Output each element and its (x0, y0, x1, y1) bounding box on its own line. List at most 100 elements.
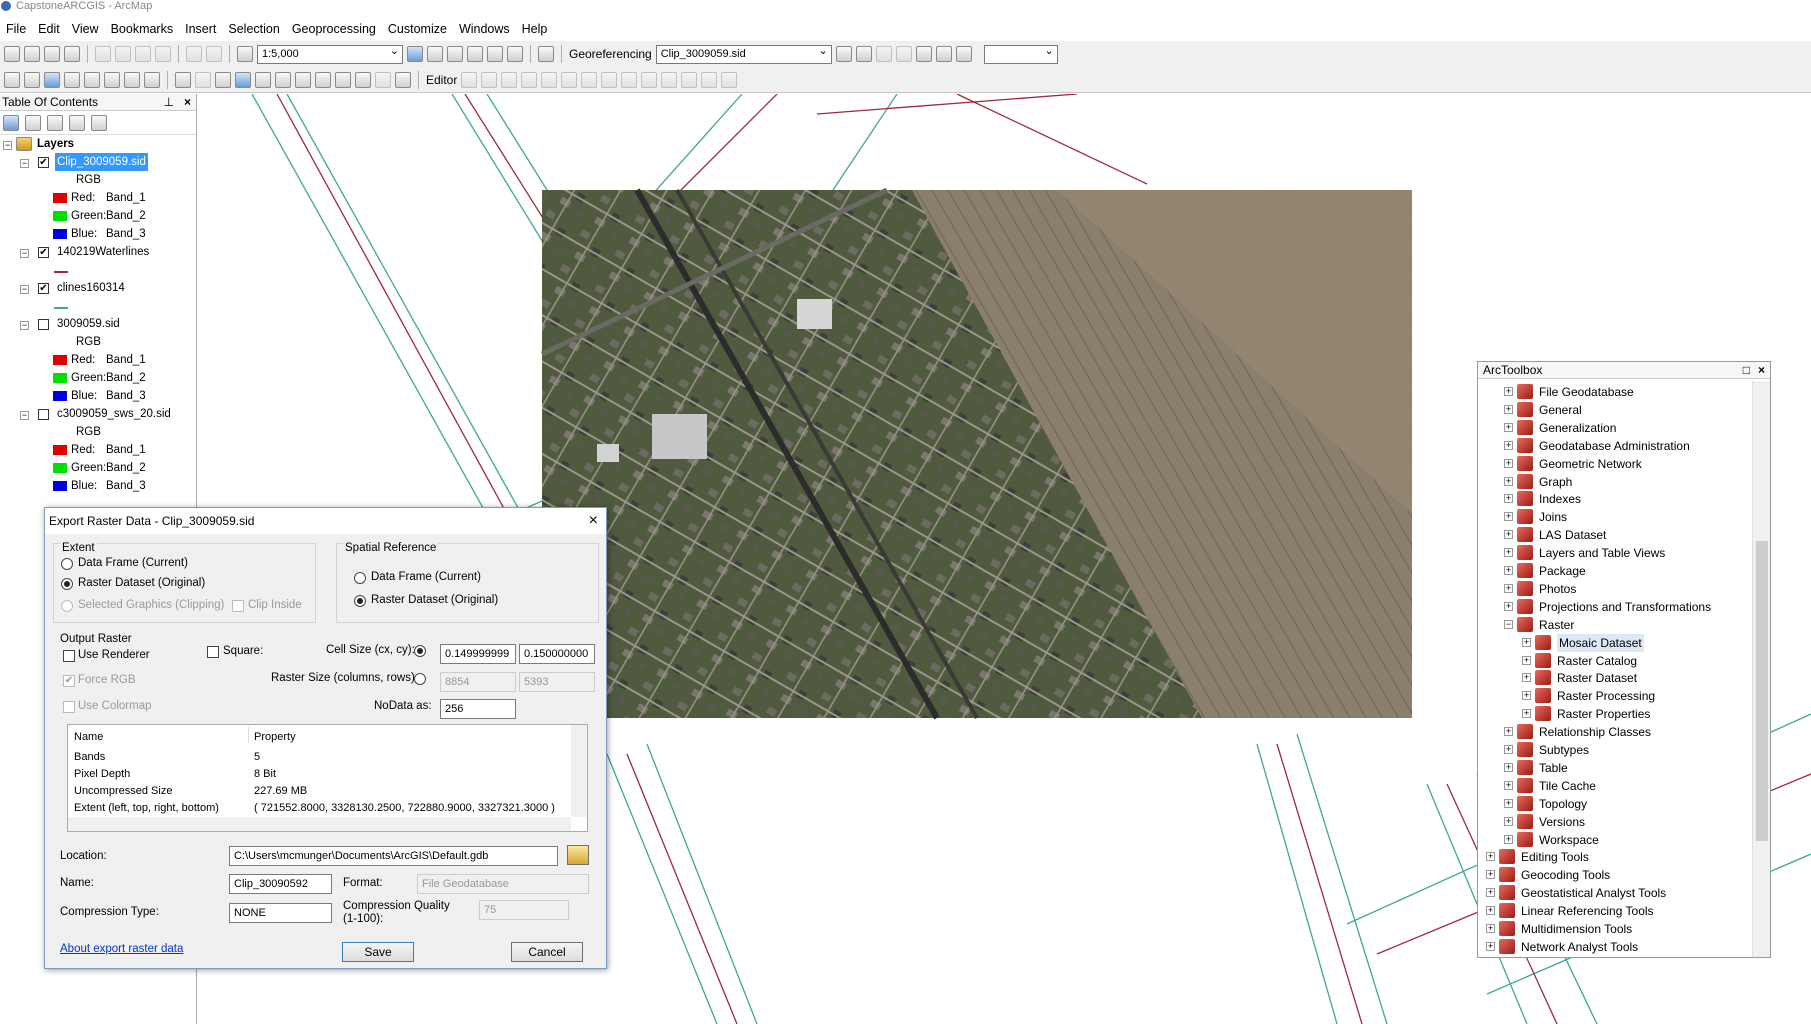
expand-icon[interactable]: + (1504, 816, 1513, 826)
layer-visibility-checkbox[interactable]: ✔ (38, 157, 49, 168)
collapse-icon[interactable]: − (20, 411, 29, 420)
close-icon[interactable]: × (184, 94, 191, 111)
collapse-icon[interactable]: − (1504, 619, 1513, 629)
new-document-icon[interactable] (4, 46, 20, 62)
menu-bookmarks[interactable]: Bookmarks (105, 22, 180, 36)
list-by-source-icon[interactable] (25, 114, 41, 131)
shift-icon[interactable] (875, 46, 892, 62)
expand-icon[interactable]: + (1504, 422, 1513, 432)
rows-input[interactable]: 5393 (519, 672, 595, 692)
edit-annotation-icon[interactable] (481, 71, 498, 88)
extent-data-frame-radio[interactable] (61, 558, 73, 570)
georef-search-box[interactable] (983, 43, 1058, 64)
collapse-icon[interactable]: − (20, 249, 29, 258)
expand-icon[interactable]: + (1504, 566, 1513, 575)
expand-icon[interactable]: + (1522, 637, 1531, 647)
rotate-icon[interactable] (855, 46, 872, 62)
layer-3009059[interactable]: 3009059.sid (57, 315, 120, 333)
create-features-icon[interactable] (721, 71, 738, 88)
view-link-table-icon[interactable] (915, 46, 932, 62)
clip-inside-checkbox[interactable] (232, 600, 244, 612)
attributes-icon[interactable] (681, 71, 698, 88)
horizontal-scrollbar[interactable] (68, 817, 571, 831)
expand-icon[interactable]: + (1522, 691, 1531, 701)
arctoolbox-scrollbar[interactable] (1752, 381, 1770, 957)
layer-visibility-checkbox[interactable]: ✔ (38, 247, 49, 258)
create-viewer-window-icon[interactable] (395, 71, 411, 88)
scale-icon[interactable] (895, 46, 912, 62)
expand-icon[interactable]: + (1486, 924, 1495, 933)
print-icon[interactable] (64, 46, 80, 62)
edit-tool-icon[interactable] (461, 71, 478, 88)
expand-icon[interactable]: + (1522, 709, 1531, 719)
layer-visibility-checkbox[interactable] (38, 319, 49, 330)
browse-folder-icon[interactable] (567, 845, 589, 865)
expand-icon[interactable]: + (1522, 655, 1531, 665)
expand-icon[interactable]: + (1504, 440, 1513, 450)
collapse-icon[interactable]: − (20, 321, 29, 330)
cell-size-cy-input[interactable]: 0.150000000 (519, 644, 595, 664)
map-scale-combo[interactable]: 1:5,000 (257, 43, 403, 64)
collapse-icon[interactable]: − (3, 141, 12, 150)
trace-icon[interactable] (541, 71, 558, 88)
table-of-contents-icon[interactable] (427, 46, 443, 62)
georeferencing-menu[interactable]: Georeferencing (569, 47, 652, 61)
update-display-icon[interactable] (955, 46, 972, 62)
menu-insert[interactable]: Insert (179, 22, 222, 36)
forward-extent-icon[interactable] (144, 71, 160, 88)
expand-icon[interactable]: + (1486, 906, 1495, 916)
hyperlink-icon[interactable] (255, 71, 271, 88)
expand-icon[interactable]: + (1504, 387, 1513, 396)
layer-clines[interactable]: clines160314 (57, 279, 125, 297)
expand-icon[interactable]: + (1486, 852, 1495, 862)
cut-icon[interactable] (95, 46, 111, 62)
select-features-icon[interactable] (175, 71, 191, 88)
sr-raster-dataset-radio[interactable] (354, 595, 366, 607)
split-icon[interactable] (641, 71, 658, 88)
about-export-raster-link[interactable]: About export raster data (60, 943, 183, 955)
menu-geoprocessing[interactable]: Geoprocessing (286, 22, 382, 36)
delete-icon[interactable] (155, 46, 171, 62)
expand-icon[interactable]: + (1504, 494, 1513, 504)
close-icon[interactable]: × (589, 508, 598, 534)
expand-icon[interactable]: + (1504, 601, 1513, 611)
raster-size-radio[interactable] (414, 673, 426, 685)
layer-clip-3009059[interactable]: Clip_3009059.sid (55, 153, 148, 171)
layers-root-label[interactable]: Layers (37, 135, 74, 153)
clear-selection-icon[interactable] (195, 71, 211, 88)
select-elements-icon[interactable] (215, 71, 231, 88)
find-route-icon[interactable] (335, 71, 351, 88)
go-to-xy-icon[interactable] (355, 71, 371, 88)
identify-icon[interactable] (235, 71, 251, 88)
expand-icon[interactable]: + (1504, 745, 1513, 754)
menu-help[interactable]: Help (516, 22, 554, 36)
layer-visibility-checkbox[interactable]: ✔ (38, 283, 49, 294)
menu-windows[interactable]: Windows (453, 22, 516, 36)
location-input[interactable]: C:\Users\mcmunger\Documents\ArcGIS\Defau… (229, 846, 558, 866)
expand-icon[interactable]: + (1504, 583, 1513, 593)
expand-icon[interactable]: + (1504, 834, 1513, 844)
expand-icon[interactable]: + (1504, 404, 1513, 414)
menu-file[interactable]: File (0, 22, 32, 36)
pin-icon[interactable]: ⊥ (164, 94, 174, 111)
name-input[interactable]: Clip_30090592 (229, 874, 332, 894)
time-slider-icon[interactable] (375, 71, 391, 88)
collapse-icon[interactable]: − (20, 285, 29, 294)
compression-type-select[interactable]: NONE (229, 903, 332, 923)
straight-segment-icon[interactable] (501, 71, 518, 88)
expand-icon[interactable]: + (1486, 941, 1495, 951)
endpoint-arc-icon[interactable] (521, 71, 538, 88)
expand-icon[interactable]: + (1504, 512, 1513, 522)
menu-edit[interactable]: Edit (32, 22, 66, 36)
extent-selected-graphics-radio[interactable] (61, 600, 73, 612)
paste-icon[interactable] (135, 46, 151, 62)
undo-icon[interactable] (186, 46, 202, 62)
arctoolbox-icon[interactable] (487, 46, 503, 62)
point-icon[interactable] (561, 71, 578, 88)
cut-polygons-icon[interactable] (621, 71, 638, 88)
cancel-button[interactable]: Cancel (511, 942, 583, 962)
columns-input[interactable]: 8854 (440, 672, 516, 692)
menu-selection[interactable]: Selection (222, 22, 285, 36)
sr-data-frame-radio[interactable] (354, 572, 366, 584)
html-popup-icon[interactable] (275, 71, 291, 88)
